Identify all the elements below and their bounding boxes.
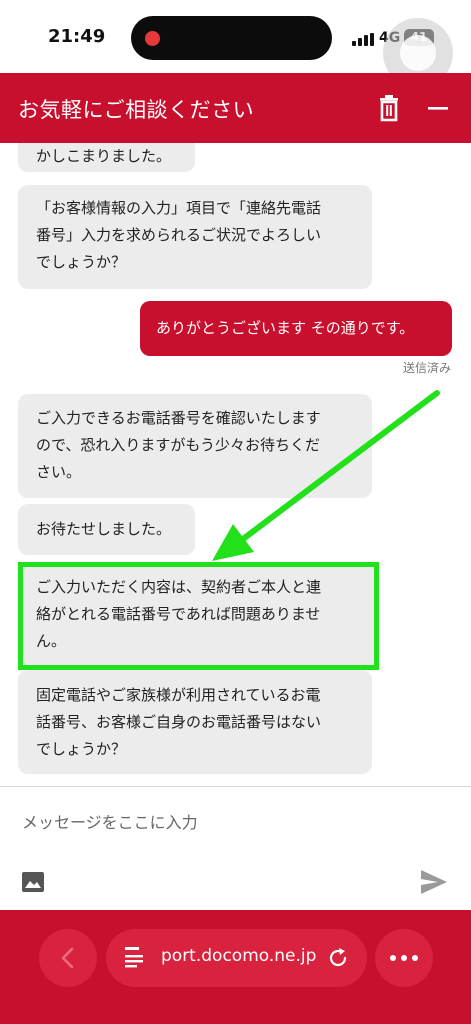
signal-icon — [352, 33, 374, 46]
back-button[interactable] — [39, 929, 97, 987]
message-line: ご入力できるお電話番号を確認いたします — [36, 409, 321, 427]
status-time: 21:49 — [48, 26, 106, 47]
more-icon — [390, 955, 418, 961]
chat-transcript[interactable]: かしこまりました。 「お客様情報の入力」項目で「連絡先電話 番号」入力を求められ… — [0, 143, 471, 786]
message-line: ので、恐れ入りますがもう少々お待ちくだ — [36, 436, 320, 454]
browser-toolbar: port.docomo.ne.jp — [0, 910, 471, 1024]
chat-header: お気軽にご相談ください — [0, 73, 471, 143]
chevron-left-icon — [61, 947, 74, 969]
user-message: ありがとうございます その通りです。 — [140, 301, 452, 356]
message-line: 番号」入力を求められるご状況でよろしい — [36, 226, 322, 244]
agent-message: 「お客様情報の入力」項目で「連絡先電話 番号」入力を求められるご状況でよろしい … — [18, 185, 372, 289]
address-bar[interactable]: port.docomo.ne.jp — [106, 929, 367, 987]
minimize-icon[interactable] — [423, 93, 453, 123]
message-line: でしょうか？ — [36, 253, 127, 271]
chat-title: お気軽にご相談ください — [18, 98, 255, 122]
recording-indicator-icon — [145, 31, 160, 46]
dynamic-island — [131, 16, 332, 60]
reload-icon[interactable] — [326, 946, 350, 970]
message-input[interactable]: メッセージをここに入力 — [22, 809, 198, 833]
more-button[interactable] — [375, 929, 433, 987]
status-bar: 21:49 4G 41 — [0, 0, 471, 88]
agent-message: 固定電話やご家族様が利用されているお電 話番号、お客様ご自身のお電話番号はない … — [18, 670, 372, 774]
message-line: ありがとうございます その通りです。 — [156, 319, 415, 337]
send-icon[interactable] — [419, 868, 449, 896]
message-line: 固定電話やご家族様が利用されているお電 — [36, 686, 321, 704]
message-line: でしょうか？ — [36, 740, 127, 758]
agent-message: お待たせしました。 — [18, 504, 195, 555]
message-composer: メッセージをここに入力 — [0, 786, 471, 910]
url-text: port.docomo.ne.jp — [161, 946, 317, 966]
agent-message: かしこまりました。 — [18, 143, 195, 172]
trash-icon[interactable] — [374, 93, 404, 123]
message-line: 「お客様情報の入力」項目で「連絡先電話 — [36, 199, 322, 217]
message-line: お待たせしました。 — [36, 520, 172, 538]
image-icon[interactable] — [20, 869, 46, 895]
message-line: かしこまりました。 — [36, 147, 172, 165]
agent-message: ご入力できるお電話番号を確認いたします ので、恐れ入りますがもう少々お待ちくだ … — [18, 394, 372, 498]
message-line: さい。 — [36, 463, 82, 481]
page-icon — [125, 947, 143, 968]
highlight-box — [18, 562, 379, 670]
sent-status: 送信済み — [402, 361, 451, 375]
message-line: 話番号、お客様ご自身のお電話番号はない — [36, 713, 322, 731]
